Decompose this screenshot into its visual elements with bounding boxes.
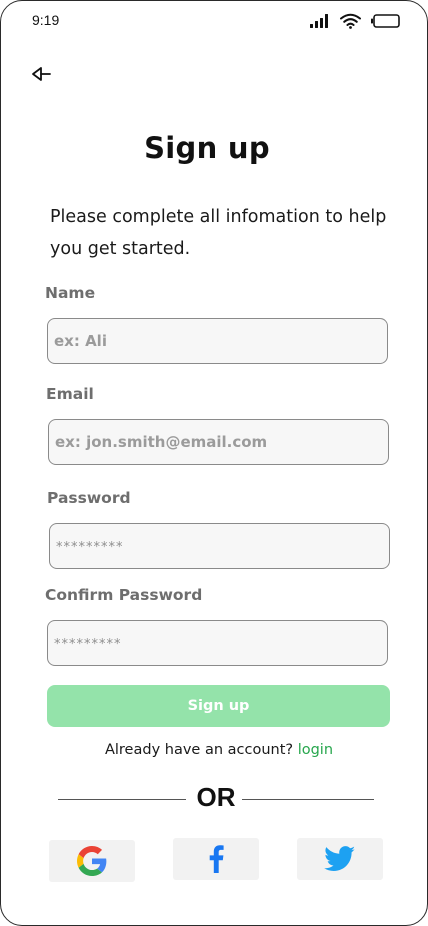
or-divider-text: OR xyxy=(196,782,236,812)
facebook-icon xyxy=(209,845,224,873)
battery-icon xyxy=(371,14,400,28)
page-title: Sign up xyxy=(144,131,270,165)
login-link[interactable]: login xyxy=(298,742,333,758)
divider-left xyxy=(58,799,186,800)
back-arrow-icon[interactable] xyxy=(31,65,51,83)
email-input[interactable] xyxy=(48,419,389,465)
login-prompt-row: Already have an account? login xyxy=(1,742,427,758)
twitter-icon xyxy=(324,846,356,871)
password-label: Password xyxy=(47,489,131,507)
confirm-password-label: Confirm Password xyxy=(45,586,203,604)
twitter-signin-button[interactable] xyxy=(297,838,383,880)
divider-right xyxy=(242,799,374,800)
google-signin-button[interactable] xyxy=(49,840,135,882)
name-label: Name xyxy=(45,284,96,302)
email-label: Email xyxy=(46,385,94,403)
signal-icon xyxy=(310,14,328,28)
wifi-icon xyxy=(340,13,361,29)
intro-text: Please complete all infomation to help y… xyxy=(50,207,387,259)
google-icon xyxy=(77,846,107,876)
sign-up-button[interactable]: Sign up xyxy=(47,685,390,727)
name-input[interactable] xyxy=(47,318,388,364)
status-time: 9:19 xyxy=(32,12,60,28)
facebook-signin-button[interactable] xyxy=(173,838,259,880)
confirm-password-input[interactable] xyxy=(47,620,388,666)
password-input[interactable] xyxy=(49,523,390,569)
phone-frame: 9:19 Sign up Please complete all infomat… xyxy=(0,0,428,926)
login-prompt-text: Already have an account? xyxy=(104,742,294,758)
